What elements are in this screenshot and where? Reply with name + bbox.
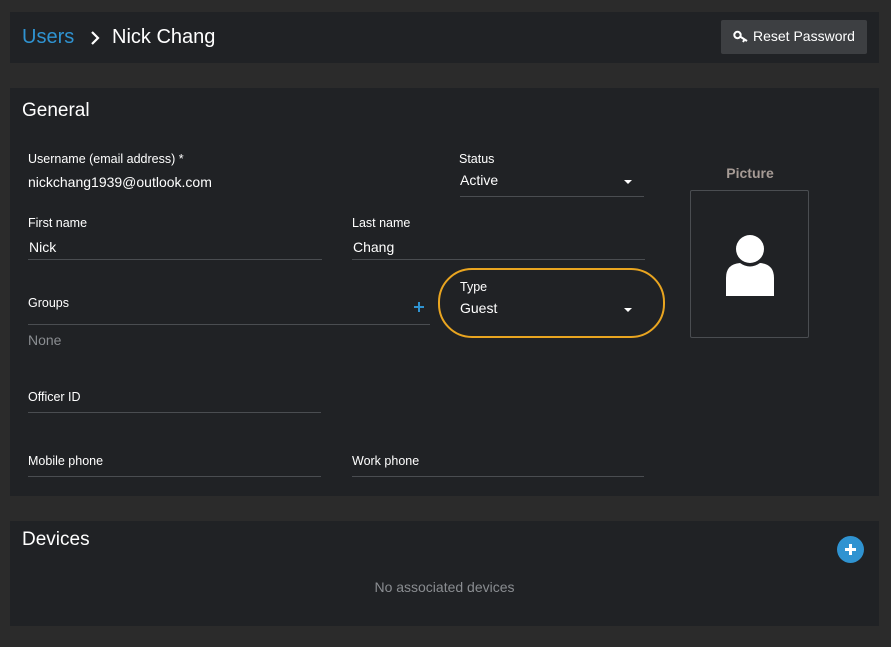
add-device-button[interactable]	[837, 536, 864, 563]
reset-password-label: Reset Password	[753, 28, 855, 44]
key-icon	[733, 30, 748, 43]
status-select[interactable]: Active	[460, 170, 644, 196]
chevron-down-icon	[624, 180, 632, 184]
groups-value: None	[28, 332, 62, 348]
work-phone-label: Work phone	[352, 454, 420, 468]
picture-upload[interactable]	[690, 190, 809, 338]
mobile-phone-field[interactable]	[28, 472, 321, 477]
picture-label: Picture	[726, 165, 774, 181]
chevron-down-icon	[624, 308, 632, 312]
status-label: Status	[459, 152, 495, 166]
page-header: Users Nick Chang Reset Password	[10, 12, 879, 63]
devices-empty-message: No associated devices	[374, 579, 515, 595]
officer-id-field[interactable]	[28, 408, 321, 413]
mobile-phone-label: Mobile phone	[28, 454, 104, 468]
chevron-right-icon	[91, 31, 100, 45]
username-value: nickchang1939@outlook.com	[28, 174, 212, 190]
add-group-icon[interactable]	[413, 301, 425, 313]
type-label: Type	[460, 280, 488, 294]
first-name-field[interactable]	[28, 235, 322, 260]
breadcrumb-users-link[interactable]: Users	[22, 26, 74, 49]
first-name-label: First name	[28, 216, 88, 230]
breadcrumb-current: Nick Chang	[112, 26, 216, 48]
officer-id-label: Officer ID	[28, 390, 81, 404]
groups-underline	[28, 324, 430, 325]
devices-title: Devices	[22, 529, 90, 550]
general-section: General Username (email address) * nickc…	[10, 88, 879, 496]
work-phone-field[interactable]	[352, 472, 644, 477]
type-value: Guest	[460, 300, 498, 316]
last-name-label: Last name	[352, 216, 411, 230]
general-title: General	[22, 100, 90, 121]
groups-label: Groups	[28, 296, 69, 310]
username-label: Username (email address) *	[28, 152, 184, 166]
reset-password-button[interactable]: Reset Password	[721, 20, 867, 54]
status-underline	[460, 196, 644, 197]
devices-section: Devices No associated devices	[10, 521, 879, 626]
status-value: Active	[460, 172, 499, 188]
last-name-field[interactable]	[352, 235, 645, 260]
user-avatar-icon	[726, 235, 774, 296]
type-select[interactable]: Guest	[460, 298, 644, 324]
